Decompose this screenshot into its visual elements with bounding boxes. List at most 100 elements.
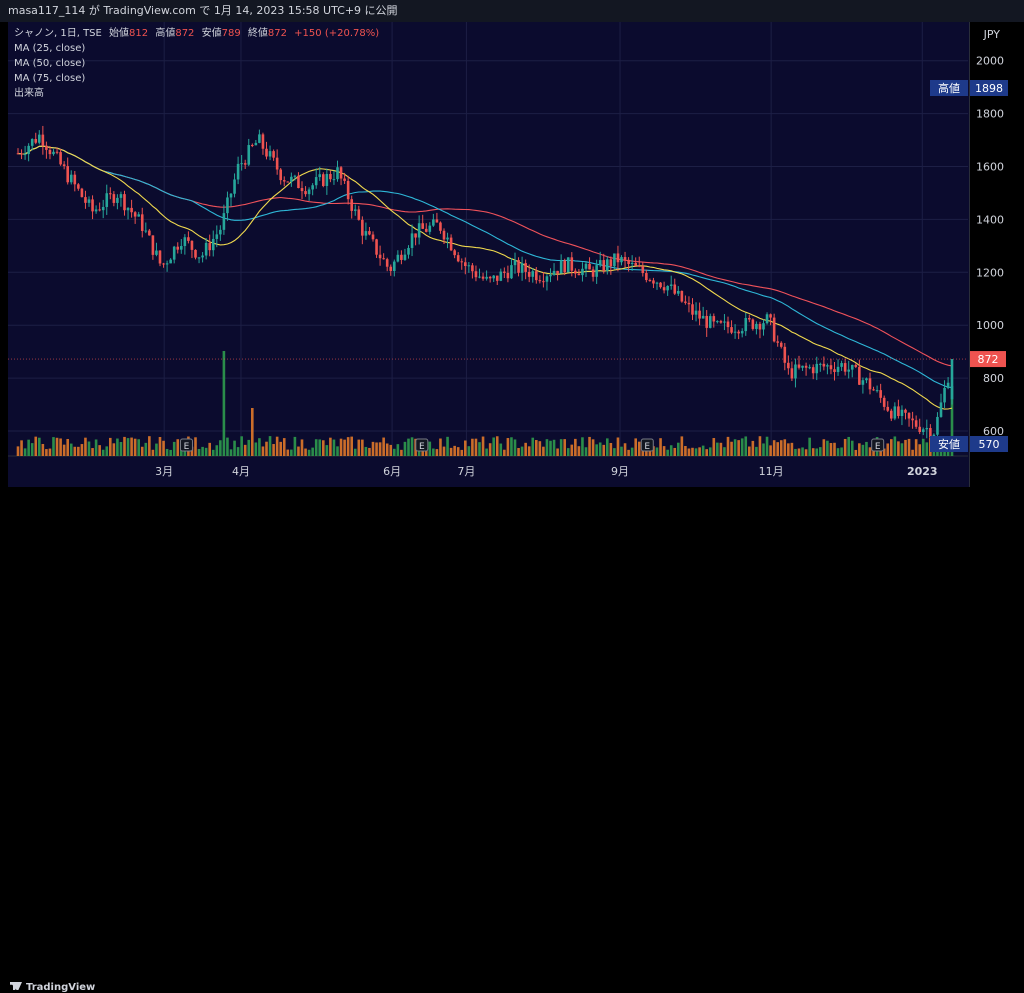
ma75-legend[interactable]: MA (75, close) <box>14 71 379 86</box>
volume-bar <box>776 442 779 456</box>
candle-body <box>272 151 275 158</box>
volume-bar <box>226 437 229 456</box>
volume-bar <box>701 445 705 456</box>
candle-body <box>172 246 176 260</box>
candle-body <box>748 317 751 320</box>
volume-bar <box>772 440 776 456</box>
volume-bar <box>819 447 822 456</box>
candle-body <box>290 176 293 182</box>
candle-body <box>453 250 456 256</box>
volume-bar <box>410 437 414 456</box>
candle-body <box>243 163 247 165</box>
candle-body <box>211 238 215 251</box>
volume-bar <box>336 446 339 456</box>
volume-bar <box>495 436 499 456</box>
volume-bar <box>112 443 116 456</box>
volume-bar <box>460 449 464 456</box>
candle-body <box>236 163 240 180</box>
volume-bar <box>733 439 737 456</box>
volume-bar <box>847 436 850 456</box>
candle-body <box>616 253 620 263</box>
candle-body <box>620 257 623 263</box>
candle-body <box>219 229 222 235</box>
tradingview-logo[interactable]: TradingView <box>10 982 95 993</box>
month-label: 2023 <box>907 465 938 478</box>
candle-body <box>737 331 740 334</box>
ohlc-row: シャノン, 1日, TSE 始値812 高値872 安値789 終値872 +1… <box>14 26 379 41</box>
symbol-label[interactable]: シャノン, 1日, TSE <box>14 28 102 39</box>
candle-body <box>52 151 55 155</box>
candle-body <box>712 316 716 322</box>
chart-legend: シャノン, 1日, TSE 始値812 高値872 安値789 終値872 +1… <box>14 26 379 101</box>
volume-bar <box>705 449 708 456</box>
candle-body <box>936 416 939 435</box>
volume-bar <box>740 438 744 456</box>
candle-body <box>708 316 712 328</box>
candle-body <box>900 409 904 416</box>
volume-bar <box>364 446 368 456</box>
low-value: 789 <box>221 28 241 39</box>
candle-body <box>669 284 673 286</box>
volume-bar <box>552 439 556 456</box>
volume-bar <box>343 439 346 456</box>
volume-bar <box>158 437 162 456</box>
candle-body <box>165 263 169 265</box>
candle-body <box>41 134 45 146</box>
candle-body <box>918 426 921 433</box>
volume-bar <box>194 437 197 456</box>
volume-bar <box>123 436 126 456</box>
ma50-legend[interactable]: MA (50, close) <box>14 56 379 71</box>
candle-body <box>311 185 314 190</box>
volume-bar <box>598 442 602 456</box>
candle-body <box>854 364 858 367</box>
candle-body <box>677 290 680 294</box>
volume-bar <box>66 438 69 456</box>
volume-bar <box>403 441 407 456</box>
ma25-legend[interactable]: MA (25, close) <box>14 41 379 56</box>
price-tick-label: 1000 <box>976 319 1004 332</box>
price-tick-label: 1800 <box>976 108 1004 121</box>
volume-bar <box>723 447 726 456</box>
volume-bar <box>868 447 872 456</box>
volume-bar <box>393 448 396 456</box>
candle-body <box>914 420 918 427</box>
volume-bar <box>513 439 517 456</box>
candle-body <box>907 412 911 419</box>
candle-body <box>268 151 272 157</box>
volume-bar <box>84 437 87 456</box>
candle-body <box>197 257 201 259</box>
candle-body <box>588 263 591 270</box>
low-price-tag: 安値 570 <box>930 436 1008 452</box>
volume-bar <box>148 436 151 456</box>
volume-bar <box>137 439 140 456</box>
volume-bar <box>474 438 478 456</box>
candle-body <box>144 230 148 232</box>
volume-bar <box>897 441 900 456</box>
volume-bar <box>797 448 801 456</box>
volume-bar <box>30 443 34 456</box>
volume-bar <box>627 449 630 456</box>
volume-bar <box>378 442 382 456</box>
candle-body <box>208 242 211 251</box>
candle-body <box>183 237 187 247</box>
price-tick-label: 1600 <box>976 161 1004 174</box>
candle-body <box>371 234 375 240</box>
volume-bar <box>595 444 598 456</box>
candle-body <box>435 219 439 223</box>
candle-body <box>570 257 574 271</box>
volume-bar <box>464 440 467 456</box>
volume-bar <box>371 441 375 456</box>
candle-body <box>180 246 183 250</box>
candle-body <box>30 138 34 146</box>
candle-body <box>921 429 925 433</box>
volume-bar <box>286 449 290 456</box>
volume-bar <box>357 439 361 456</box>
volume-legend[interactable]: 出来高 <box>14 86 379 101</box>
candle-body <box>346 180 350 200</box>
candle-body <box>304 191 307 195</box>
candle-body <box>740 331 744 334</box>
candle-body <box>389 266 393 271</box>
candle-body <box>765 314 769 324</box>
volume-bar <box>389 444 393 456</box>
candle-body <box>368 231 371 235</box>
